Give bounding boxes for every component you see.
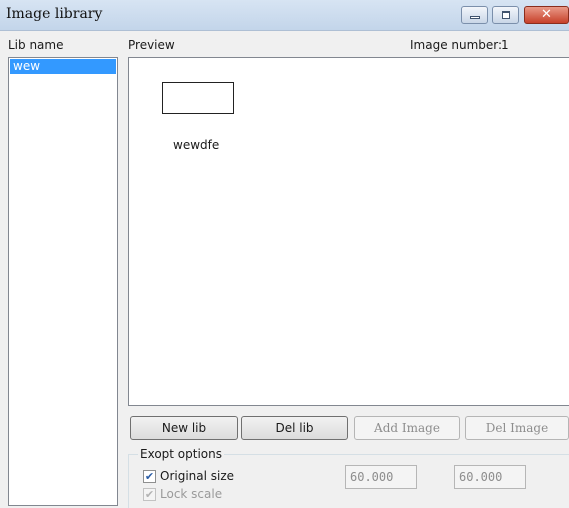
original-size-checkbox[interactable]: ✔	[143, 470, 156, 483]
del-lib-button[interactable]: Del lib	[241, 416, 348, 440]
image-number-label: Image number:	[410, 38, 503, 52]
lib-name-label: Lib name	[8, 38, 64, 52]
preview-pane[interactable]: wewdfe	[128, 57, 569, 406]
export-options-title: Exopt options	[138, 447, 224, 461]
image-thumbnail[interactable]	[162, 82, 234, 114]
window-title: Image library	[6, 6, 103, 22]
minimize-button[interactable]	[461, 6, 488, 24]
minimize-icon	[470, 16, 480, 19]
height-field[interactable]: 60.000	[454, 465, 526, 489]
del-image-button[interactable]: Del Image	[465, 416, 569, 440]
image-number-value: 1	[501, 38, 509, 52]
original-size-label[interactable]: Original size	[160, 469, 234, 483]
library-item-wew[interactable]: wew	[10, 59, 116, 74]
library-list[interactable]: wew	[8, 57, 118, 506]
add-image-button[interactable]: Add Image	[354, 416, 460, 440]
title-bar[interactable]: Image library ✕	[0, 0, 569, 31]
maximize-icon	[502, 11, 510, 19]
width-field[interactable]: 60.000	[345, 465, 417, 489]
close-button[interactable]: ✕	[524, 6, 569, 24]
new-lib-button[interactable]: New lib	[130, 416, 238, 440]
preview-label: Preview	[128, 38, 175, 52]
maximize-button[interactable]	[492, 6, 519, 24]
lock-scale-label[interactable]: Lock scale	[160, 487, 222, 501]
close-icon: ✕	[541, 7, 552, 22]
lock-scale-checkbox[interactable]: ✔	[143, 488, 156, 501]
image-thumbnail-label: wewdfe	[173, 138, 220, 152]
